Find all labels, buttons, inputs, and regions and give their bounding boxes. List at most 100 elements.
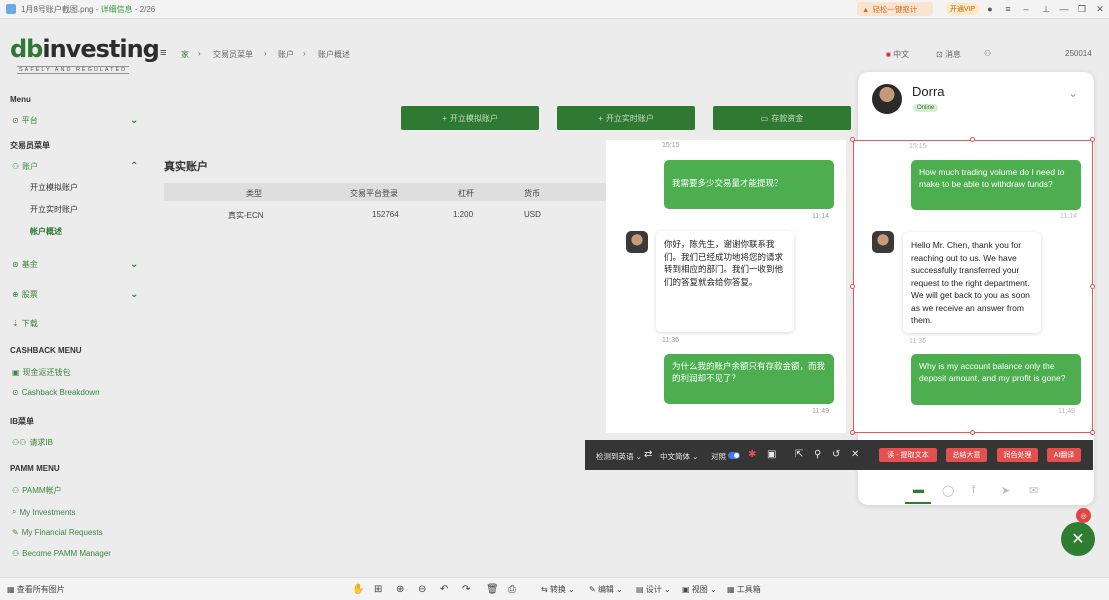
- design-menu[interactable]: ▤ 设计 ⌄: [636, 584, 671, 595]
- open-external-icon[interactable]: ⇱: [795, 449, 803, 460]
- breadcrumb-trader-menu[interactable]: 交易员菜单: [213, 49, 253, 60]
- logo: dbinvesting: [10, 35, 160, 63]
- sidebar-item-become-pamm[interactable]: ⚇ Become PAMM Manager: [12, 549, 111, 558]
- group-icon: ⚇⚇: [12, 438, 27, 447]
- vip-button[interactable]: 开通VIP: [946, 3, 979, 15]
- extract-text-button[interactable]: 读 - 提取文本: [879, 448, 937, 462]
- sidebar-item-label: 现金返还钱包: [22, 368, 71, 377]
- sidebar-item-pamm-account[interactable]: ⚇ PAMM帐户: [12, 485, 62, 496]
- delete-icon[interactable]: 🗑: [486, 584, 499, 595]
- chevron-down-icon[interactable]: ⌄: [130, 289, 138, 300]
- hamburger-icon[interactable]: ≡: [160, 47, 166, 59]
- sidebar-item-my-investments[interactable]: ⌕ My Investments: [12, 507, 76, 517]
- resize-handle[interactable]: [970, 430, 975, 435]
- title-separator: -: [93, 4, 101, 14]
- zoom-in-icon[interactable]: ⊕: [396, 584, 404, 595]
- undo-icon[interactable]: ↺: [832, 449, 840, 460]
- print-icon[interactable]: ⎙: [508, 584, 516, 595]
- sidebar-item-download[interactable]: ⇣ 下载: [12, 318, 38, 329]
- sidebar-item-platform[interactable]: ⊙ 平台: [12, 115, 38, 126]
- details-link[interactable]: 详细信息: [101, 5, 133, 14]
- rotate-left-icon[interactable]: ↶: [440, 584, 448, 595]
- zoom-out-icon[interactable]: ⊖: [418, 584, 426, 595]
- sidebar-item-stocks[interactable]: ⊕ 股票: [12, 289, 38, 300]
- timestamp: 11:49: [1058, 408, 1075, 415]
- telegram-icon[interactable]: ➤: [1001, 484, 1010, 497]
- whatsapp-icon[interactable]: ◯: [942, 484, 954, 497]
- pin-icon[interactable]: ⚲: [814, 449, 821, 460]
- close-icon[interactable]: ✕: [851, 449, 859, 460]
- sidebar-item-cashback-wallet[interactable]: ▣ 现金返还钱包: [12, 367, 71, 378]
- breadcrumb-home[interactable]: 家: [181, 49, 189, 60]
- close-icon[interactable]: ✕: [1094, 3, 1106, 15]
- deposit-button[interactable]: ▭ 存款资金: [713, 106, 851, 130]
- sidebar-item-funds[interactable]: ⊛ 基金: [12, 259, 38, 270]
- sidebar-item-request-ib[interactable]: ⚇⚇ 请求IB: [12, 437, 53, 448]
- promo-button[interactable]: ▲ 轻松一键抠计: [857, 2, 933, 16]
- globe-icon: ⊙: [12, 116, 19, 125]
- sidebar-item-label: 请求IB: [29, 438, 53, 447]
- email-icon[interactable]: ✉: [1029, 484, 1038, 497]
- sidebar-item-open-demo[interactable]: 开立模拟账户: [30, 182, 78, 193]
- minimize-icon[interactable]: –: [1020, 3, 1032, 15]
- view-all-images[interactable]: ▦ 查看所有图片: [7, 584, 65, 595]
- compare-toggle[interactable]: [728, 452, 740, 459]
- record-icon[interactable]: ✱: [748, 449, 756, 460]
- menu-icon[interactable]: ≡: [1002, 3, 1014, 15]
- resize-handle[interactable]: [850, 284, 855, 289]
- facebook-icon[interactable]: f: [972, 484, 975, 496]
- sidebar-item-open-live[interactable]: 开立实时账户: [30, 204, 78, 215]
- ai-translate-button[interactable]: AI翻译: [1047, 448, 1081, 462]
- grid-icon: ▦: [7, 585, 15, 594]
- open-live-button[interactable]: + 开立实时账户: [557, 106, 695, 130]
- viewer-titlebar: 1月8号账户截图.png - 详细信息 - 2/26 ▲ 轻松一键抠计 开通VIP…: [0, 0, 1109, 19]
- rotate-right-icon[interactable]: ↷: [462, 584, 470, 595]
- messages-link[interactable]: ⊡ 消息: [936, 49, 961, 60]
- source-language-select[interactable]: 检测到英语 ⌄: [596, 451, 642, 462]
- pin-icon[interactable]: ⊥: [1040, 3, 1052, 15]
- minimize-window-icon[interactable]: —: [1058, 3, 1070, 15]
- person-add-icon: ⚇: [12, 549, 20, 558]
- open-demo-button[interactable]: + 开立模拟账户: [401, 106, 539, 130]
- chat-tabs: ▬ ◯ f ➤ ✉: [858, 478, 1094, 504]
- chevron-down-icon[interactable]: ⌄: [130, 115, 138, 126]
- chevron-down-icon[interactable]: ⌄: [130, 259, 138, 270]
- resize-handle[interactable]: [850, 137, 855, 142]
- actual-size-icon[interactable]: ⊞: [374, 584, 382, 595]
- swap-icon[interactable]: ⇄: [644, 449, 652, 460]
- timestamp: 11:36: [909, 338, 926, 345]
- resize-handle[interactable]: [970, 137, 975, 142]
- view-menu[interactable]: ▣ 视图 ⌄: [682, 584, 717, 595]
- resize-handle[interactable]: [850, 430, 855, 435]
- users-icon: ⚇: [12, 162, 20, 171]
- summarize-button[interactable]: 总结大意: [946, 448, 987, 462]
- hand-icon[interactable]: ✋: [352, 584, 364, 595]
- resize-handle[interactable]: [1090, 284, 1095, 289]
- edit-menu[interactable]: ✎ 编辑 ⌄: [589, 584, 623, 595]
- resize-handle[interactable]: [1090, 430, 1095, 435]
- convert-menu[interactable]: ⇆ 转换 ⌄: [541, 584, 575, 595]
- chat-icon[interactable]: ▬: [913, 484, 924, 496]
- chevron-down-icon[interactable]: ⌄: [1068, 86, 1078, 100]
- target-language-select[interactable]: 中文简体 ⌄: [660, 451, 698, 462]
- breadcrumb-accounts[interactable]: 账户: [278, 49, 294, 60]
- user-icon[interactable]: ●: [984, 3, 996, 15]
- chevron-up-icon[interactable]: ⌃: [130, 161, 138, 172]
- sidebar-item-accounts[interactable]: ⚇ 账户: [12, 161, 38, 172]
- sidebar-item-account-overview[interactable]: 帐户概述: [30, 226, 62, 237]
- agent-avatar-small: [872, 231, 894, 253]
- timestamp: 15:15: [662, 142, 680, 149]
- close-chat-button[interactable]: ✕: [1061, 522, 1095, 556]
- polish-button[interactable]: 润色处理: [997, 448, 1038, 462]
- target-language-label: 中文简体: [660, 452, 690, 461]
- maximize-icon[interactable]: ❐: [1076, 3, 1088, 15]
- user-menu-icon[interactable]: ⚇: [984, 49, 991, 58]
- language-selector[interactable]: ■ 中文: [886, 49, 909, 60]
- notification-icon[interactable]: ◎: [1076, 508, 1091, 523]
- sidebar-item-cashback-breakdown[interactable]: ⊙ Cashback Breakdown: [12, 388, 100, 397]
- sidebar-item-financial-requests[interactable]: ✎ My Financial Requests: [12, 528, 103, 537]
- active-tab-indicator: [905, 502, 931, 504]
- resize-handle[interactable]: [1090, 137, 1095, 142]
- save-icon[interactable]: ▣: [767, 449, 776, 460]
- toolbox-menu[interactable]: ▦ 工具箱: [727, 584, 761, 595]
